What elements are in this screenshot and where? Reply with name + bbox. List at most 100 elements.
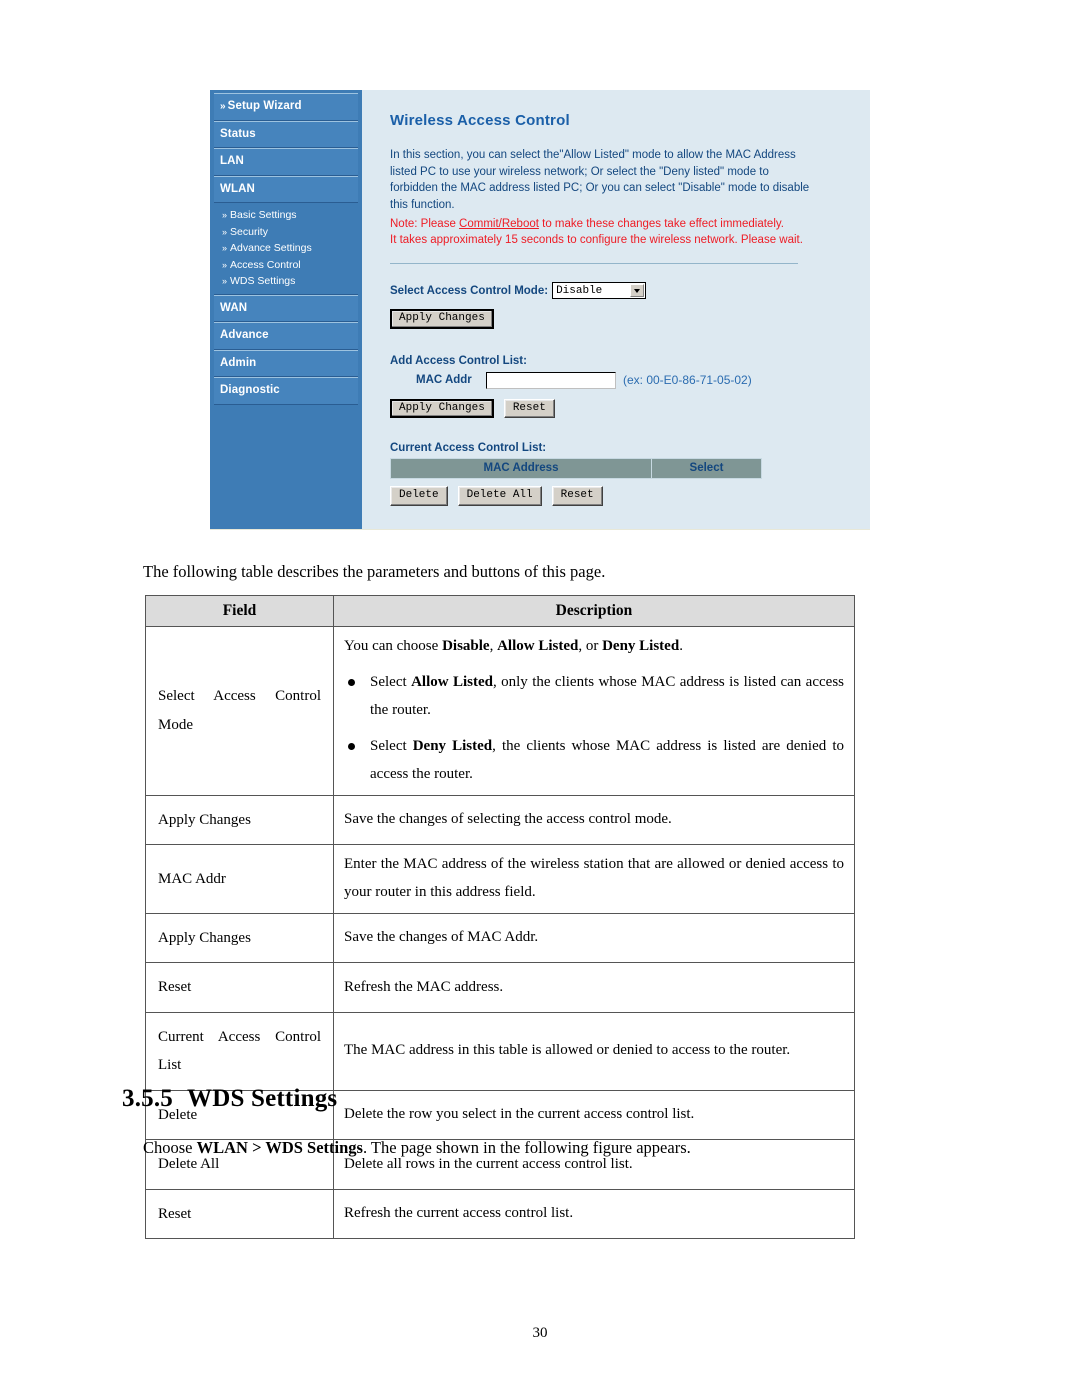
sidebar-subitem-label: Advance Settings	[230, 242, 312, 254]
sidebar-item-label: Diagnostic	[220, 384, 280, 396]
chevron-right-icon: »	[222, 243, 228, 253]
choose-path: WLAN > WDS Settings	[196, 1138, 363, 1157]
sidebar-item-status[interactable]: Status	[214, 120, 358, 148]
sidebar-subitem-access-control[interactable]: » Access Control	[214, 257, 358, 274]
table-header-row: Field Description	[145, 595, 855, 627]
table-row: Apply Changes Save the changes of select…	[145, 794, 855, 846]
mac-addr-input[interactable]	[486, 371, 616, 389]
sidebar-item-label: Status	[220, 127, 256, 140]
sidebar-subitem-wds-settings[interactable]: » WDS Settings	[214, 273, 358, 290]
description-cell: The MAC address in this table is allowed…	[333, 1011, 855, 1091]
apply-changes-mac-button[interactable]: Apply Changes	[390, 398, 494, 419]
section-divider	[390, 263, 798, 265]
sidebar-wlan-submenu: » Basic Settings » Security » Advance Setti…	[214, 203, 358, 295]
router-main-content: Wireless Access Control In this section,…	[362, 90, 870, 529]
current-access-control-list-table: MAC Address Select	[390, 458, 762, 480]
field-cell: MAC Addr	[145, 844, 334, 914]
field-cell: Apply Changes	[145, 912, 334, 964]
field-cell: Select Access Control Mode	[145, 626, 334, 796]
table-row: Current Access Control List The MAC addr…	[145, 1011, 855, 1091]
list-item: Select Allow Listed, only the clients wh…	[344, 668, 844, 725]
mac-addr-row: MAC Addr (ex: 00-E0-86-71-05-02)	[390, 371, 870, 389]
table-row: Apply Changes Save the changes of MAC Ad…	[145, 912, 855, 964]
field-cell: Reset	[145, 962, 334, 1013]
table-row: Select Access Control Mode You can choos…	[145, 626, 855, 796]
sidebar-item-wlan[interactable]: WLAN	[214, 175, 358, 203]
sidebar-item-setup-wizard[interactable]: » Setup Wizard	[214, 93, 358, 121]
delete-all-button[interactable]: Delete All	[457, 486, 542, 506]
sidebar-subitem-label: Security	[230, 225, 268, 238]
sidebar-subitem-label: Access Control	[230, 258, 301, 271]
table-row: Reset Refresh the MAC address.	[145, 962, 855, 1013]
sidebar-item-label: Admin	[220, 356, 257, 369]
sidebar-item-advance[interactable]: Advance	[214, 322, 358, 350]
delete-button[interactable]: Delete	[390, 486, 448, 506]
sidebar-subitem-label: WDS Settings	[230, 275, 296, 287]
sidebar-item-label: WAN	[220, 301, 248, 314]
mode-button-row: Apply Changes	[390, 309, 870, 329]
note-line-2: It takes approximately 15 seconds to con…	[390, 234, 803, 247]
section-number: 3.5.5	[122, 1085, 173, 1112]
note-prefix: Note: Please	[390, 217, 460, 230]
chevron-right-icon: »	[222, 259, 228, 270]
document-intro-line: The following table describes the parame…	[143, 562, 606, 581]
section-title: WDS Settings	[187, 1085, 338, 1112]
chevron-right-icon: »	[222, 226, 228, 237]
description-bullet-list: Select Allow Listed, only the clients wh…	[344, 668, 844, 789]
note-line-1: Note: Please Commit/Reboot to make these…	[390, 216, 820, 233]
choose-suffix: . The page shown in the following figure…	[362, 1138, 691, 1157]
note-suffix: to make these changes take effect immedi…	[538, 217, 784, 230]
description-cell: Save the changes of MAC Addr.	[333, 912, 855, 964]
access-control-mode-value: Disable	[556, 284, 603, 297]
choose-instruction-line: Choose WLAN > WDS Settings. The page sho…	[143, 1138, 691, 1158]
access-control-mode-select[interactable]: Disable	[552, 282, 647, 300]
sidebar-subitem-label: Basic Settings	[230, 209, 297, 221]
sidebar-item-admin[interactable]: Admin	[214, 349, 358, 377]
sidebar-subitem-basic-settings[interactable]: » Basic Settings	[214, 207, 358, 224]
table-header-select: Select	[652, 458, 762, 480]
chevron-right-icon: »	[222, 276, 228, 286]
column-header-description: Description	[333, 595, 855, 627]
description-cell: Refresh the MAC address.	[333, 962, 855, 1013]
table-header-mac-address: MAC Address	[390, 458, 652, 480]
sidebar-item-label: Advance	[220, 329, 269, 341]
list-item: Select Deny Listed, the clients whose MA…	[344, 732, 844, 789]
column-header-field: Field	[145, 595, 334, 627]
table-row: Reset Refresh the current access control…	[145, 1188, 855, 1240]
reset-list-button[interactable]: Reset	[551, 486, 603, 506]
reset-mac-button[interactable]: Reset	[503, 398, 555, 419]
description-cell: Enter the MAC address of the wireless st…	[333, 844, 855, 914]
add-list-button-row: Apply Changes Reset	[390, 398, 870, 419]
description-cell: Save the changes of selecting the access…	[333, 794, 855, 846]
chevron-right-icon: »	[222, 210, 228, 220]
chevron-right-icon: »	[220, 101, 226, 112]
router-sidebar-nav: » Setup Wizard Status LAN WLAN » Basic Set…	[210, 90, 362, 529]
commit-reboot-link[interactable]: Commit/Reboot	[459, 218, 539, 230]
chevron-down-icon[interactable]	[630, 284, 645, 298]
sidebar-item-label: WLAN	[220, 182, 255, 195]
sidebar-item-label: LAN	[220, 155, 244, 167]
sidebar-subitem-security[interactable]: » Security	[214, 224, 358, 241]
choose-prefix: Choose	[143, 1138, 197, 1157]
page-number: 30	[532, 1325, 548, 1341]
list-button-row: Delete Delete All Reset	[390, 486, 870, 506]
description-cell: Delete the row you select in the current…	[333, 1089, 855, 1141]
sidebar-item-lan[interactable]: LAN	[214, 148, 358, 176]
sidebar-item-wan[interactable]: WAN	[214, 294, 358, 322]
apply-changes-mode-button[interactable]: Apply Changes	[390, 309, 494, 329]
field-cell: Current Access Control List	[145, 1011, 334, 1091]
access-control-mode-label: Select Access Control Mode:	[390, 284, 549, 297]
sidebar-subitem-advance-settings[interactable]: » Advance Settings	[214, 240, 358, 257]
sidebar-item-label: Setup Wizard	[227, 100, 302, 112]
description-cell: You can choose Disable, Allow Listed, or…	[333, 626, 855, 796]
mac-addr-label: MAC Addr	[416, 374, 472, 387]
field-cell: Apply Changes	[145, 794, 334, 846]
add-access-control-list-label: Add Access Control List:	[390, 354, 527, 367]
sidebar-item-diagnostic[interactable]: Diagnostic	[214, 377, 358, 405]
section-heading: 3.5.5 WDS Settings	[122, 1085, 337, 1113]
router-web-ui-screenshot: » Setup Wizard Status LAN WLAN » Basic Set…	[210, 90, 870, 530]
field-cell: Reset	[145, 1188, 334, 1240]
intro-paragraph: In this section, you can select the"Allo…	[390, 149, 810, 212]
description-lead: You can choose Disable, Allow Listed, or…	[344, 638, 683, 654]
access-control-mode-row: Select Access Control Mode: Disable	[390, 282, 870, 300]
